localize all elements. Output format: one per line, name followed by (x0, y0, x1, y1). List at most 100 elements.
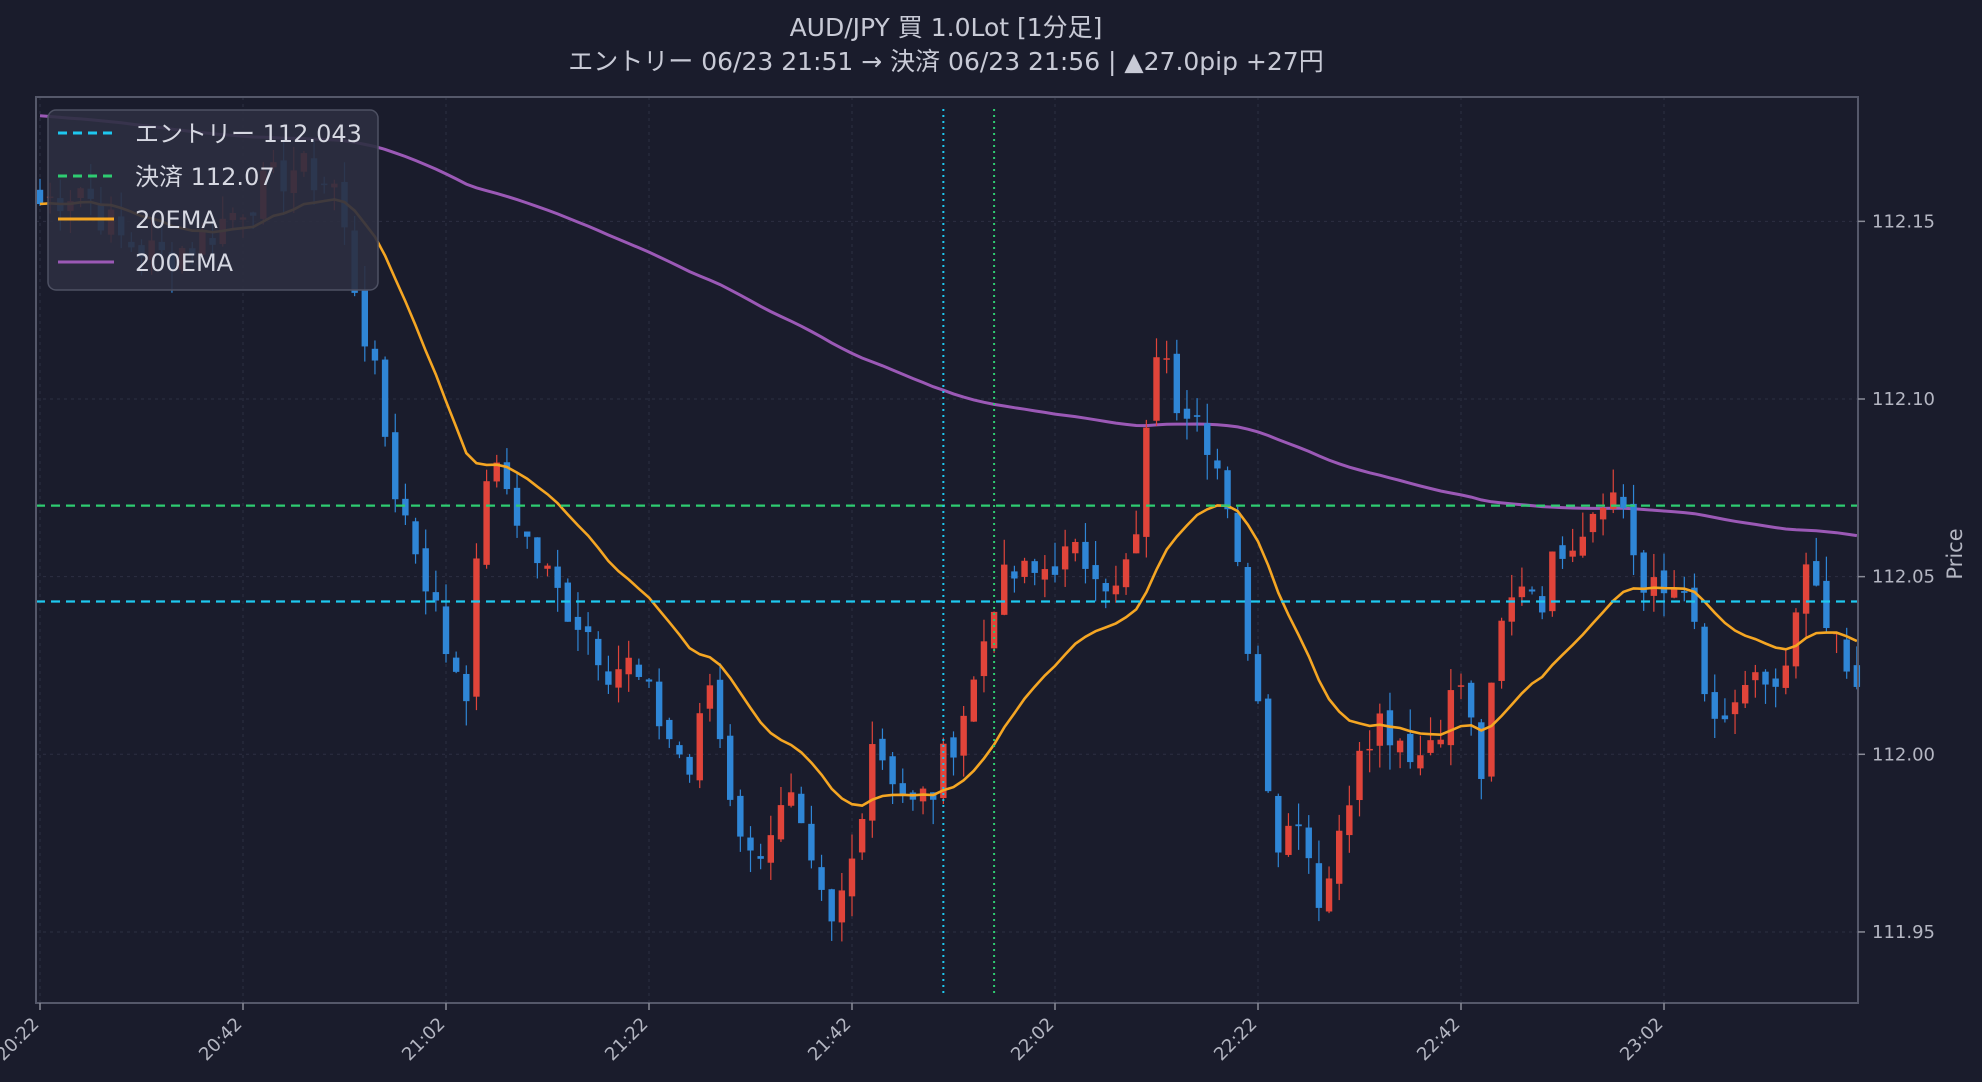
chart-title-line2: エントリー 06/23 21:51 → 決済 06/23 21:56 | ▲27… (568, 47, 1323, 76)
candle-down (574, 616, 582, 630)
candle-down (1011, 571, 1018, 579)
candle-down (1193, 415, 1201, 417)
candle-down (36, 189, 44, 204)
candle-up (1325, 878, 1333, 912)
candle-down (1813, 561, 1820, 586)
candle-up (869, 744, 876, 821)
candle-up (838, 890, 846, 923)
candle-up (1061, 546, 1069, 570)
candle-down (1264, 698, 1272, 792)
candle-down (655, 681, 663, 727)
candle-up (1153, 357, 1160, 421)
candle-down (1295, 824, 1302, 827)
candle-down (1275, 795, 1282, 853)
y-tick-label: 112.15 (1872, 211, 1935, 232)
candle-down (716, 679, 724, 740)
candle-up (980, 641, 988, 677)
candle-up (1579, 536, 1586, 556)
candle-down (1640, 552, 1647, 593)
candle-down (1173, 353, 1180, 414)
y-tick-label: 112.00 (1872, 744, 1935, 765)
candle-up (1001, 564, 1008, 615)
candle-down (1701, 626, 1708, 695)
candle-up (615, 669, 622, 688)
candle-down (422, 548, 429, 592)
candle-up (1285, 825, 1292, 855)
candle-down (889, 756, 896, 785)
candle-up (1742, 685, 1749, 704)
candle-up (777, 805, 785, 840)
candle-down (524, 531, 531, 537)
candle-down (879, 738, 886, 761)
candle-down (1681, 591, 1688, 593)
candle-down (645, 679, 653, 682)
candle-up (1356, 750, 1363, 801)
candle-down (1254, 654, 1262, 702)
candle-up (473, 558, 480, 697)
candle-down (1183, 408, 1191, 419)
candle-up (1488, 682, 1495, 777)
candle-up (1437, 739, 1444, 745)
candle-up (1163, 358, 1170, 360)
candle-up (1457, 685, 1465, 687)
candle-up (767, 835, 774, 863)
candle-up (1569, 550, 1576, 557)
candle-down (554, 566, 561, 588)
candle-down (402, 498, 409, 516)
candle-up (1498, 620, 1505, 681)
legend-entry-label: エントリー 112.043 (135, 120, 362, 148)
candle-down (584, 626, 592, 633)
candle-up (1670, 588, 1678, 598)
candle-down (371, 348, 379, 361)
candle-up (970, 679, 977, 722)
candle-down (392, 432, 399, 500)
candle-down (747, 837, 754, 851)
candle-up (1366, 748, 1373, 751)
candle-up (1599, 507, 1607, 520)
candle-up (706, 685, 714, 709)
candle-down (1214, 460, 1221, 469)
legend-ema20-label: 20EMA (135, 206, 218, 234)
candle-down (1559, 545, 1566, 559)
candle-down (1630, 503, 1637, 556)
candle-up (1589, 513, 1597, 533)
candle-down (361, 289, 368, 347)
candle-up (1112, 585, 1120, 595)
candle-down (1772, 678, 1779, 687)
candle-down (1620, 496, 1627, 509)
candle-down (452, 657, 460, 672)
y-tick-label: 112.05 (1872, 567, 1935, 588)
candle-down (1711, 692, 1718, 719)
candle-down (737, 795, 744, 837)
candle-up (1792, 612, 1800, 667)
legend: エントリー 112.043 決済 112.07 20EMA 200EMA (47, 109, 379, 291)
candle-up (1346, 805, 1353, 836)
candle-down (605, 671, 612, 685)
candle-down (595, 638, 602, 666)
candle-up (1021, 560, 1028, 577)
candle-up (1041, 569, 1049, 580)
candle-down (1467, 682, 1475, 718)
legend-exit-label: 決済 112.07 (135, 163, 275, 191)
y-tick-label: 112.10 (1872, 389, 1935, 410)
candle-down (442, 606, 450, 655)
candle-down (1031, 561, 1038, 573)
candle-down (950, 737, 957, 758)
candle-up (1731, 702, 1739, 715)
candle-up (1133, 534, 1140, 554)
candle-down (828, 889, 835, 922)
candle-down (1092, 565, 1099, 580)
candle-down (1234, 512, 1241, 563)
candle-up (1396, 740, 1404, 753)
candle-down (534, 537, 541, 564)
candle-up (1518, 586, 1526, 598)
candle-up (1072, 541, 1079, 554)
candle-down (666, 719, 673, 740)
candle-down (1244, 567, 1252, 654)
candle-down (1051, 566, 1059, 575)
candle-down (798, 793, 805, 824)
candle-down (1539, 596, 1546, 613)
candle-up (1802, 564, 1810, 614)
candle-down (1853, 665, 1861, 687)
candle-up (1427, 740, 1434, 753)
